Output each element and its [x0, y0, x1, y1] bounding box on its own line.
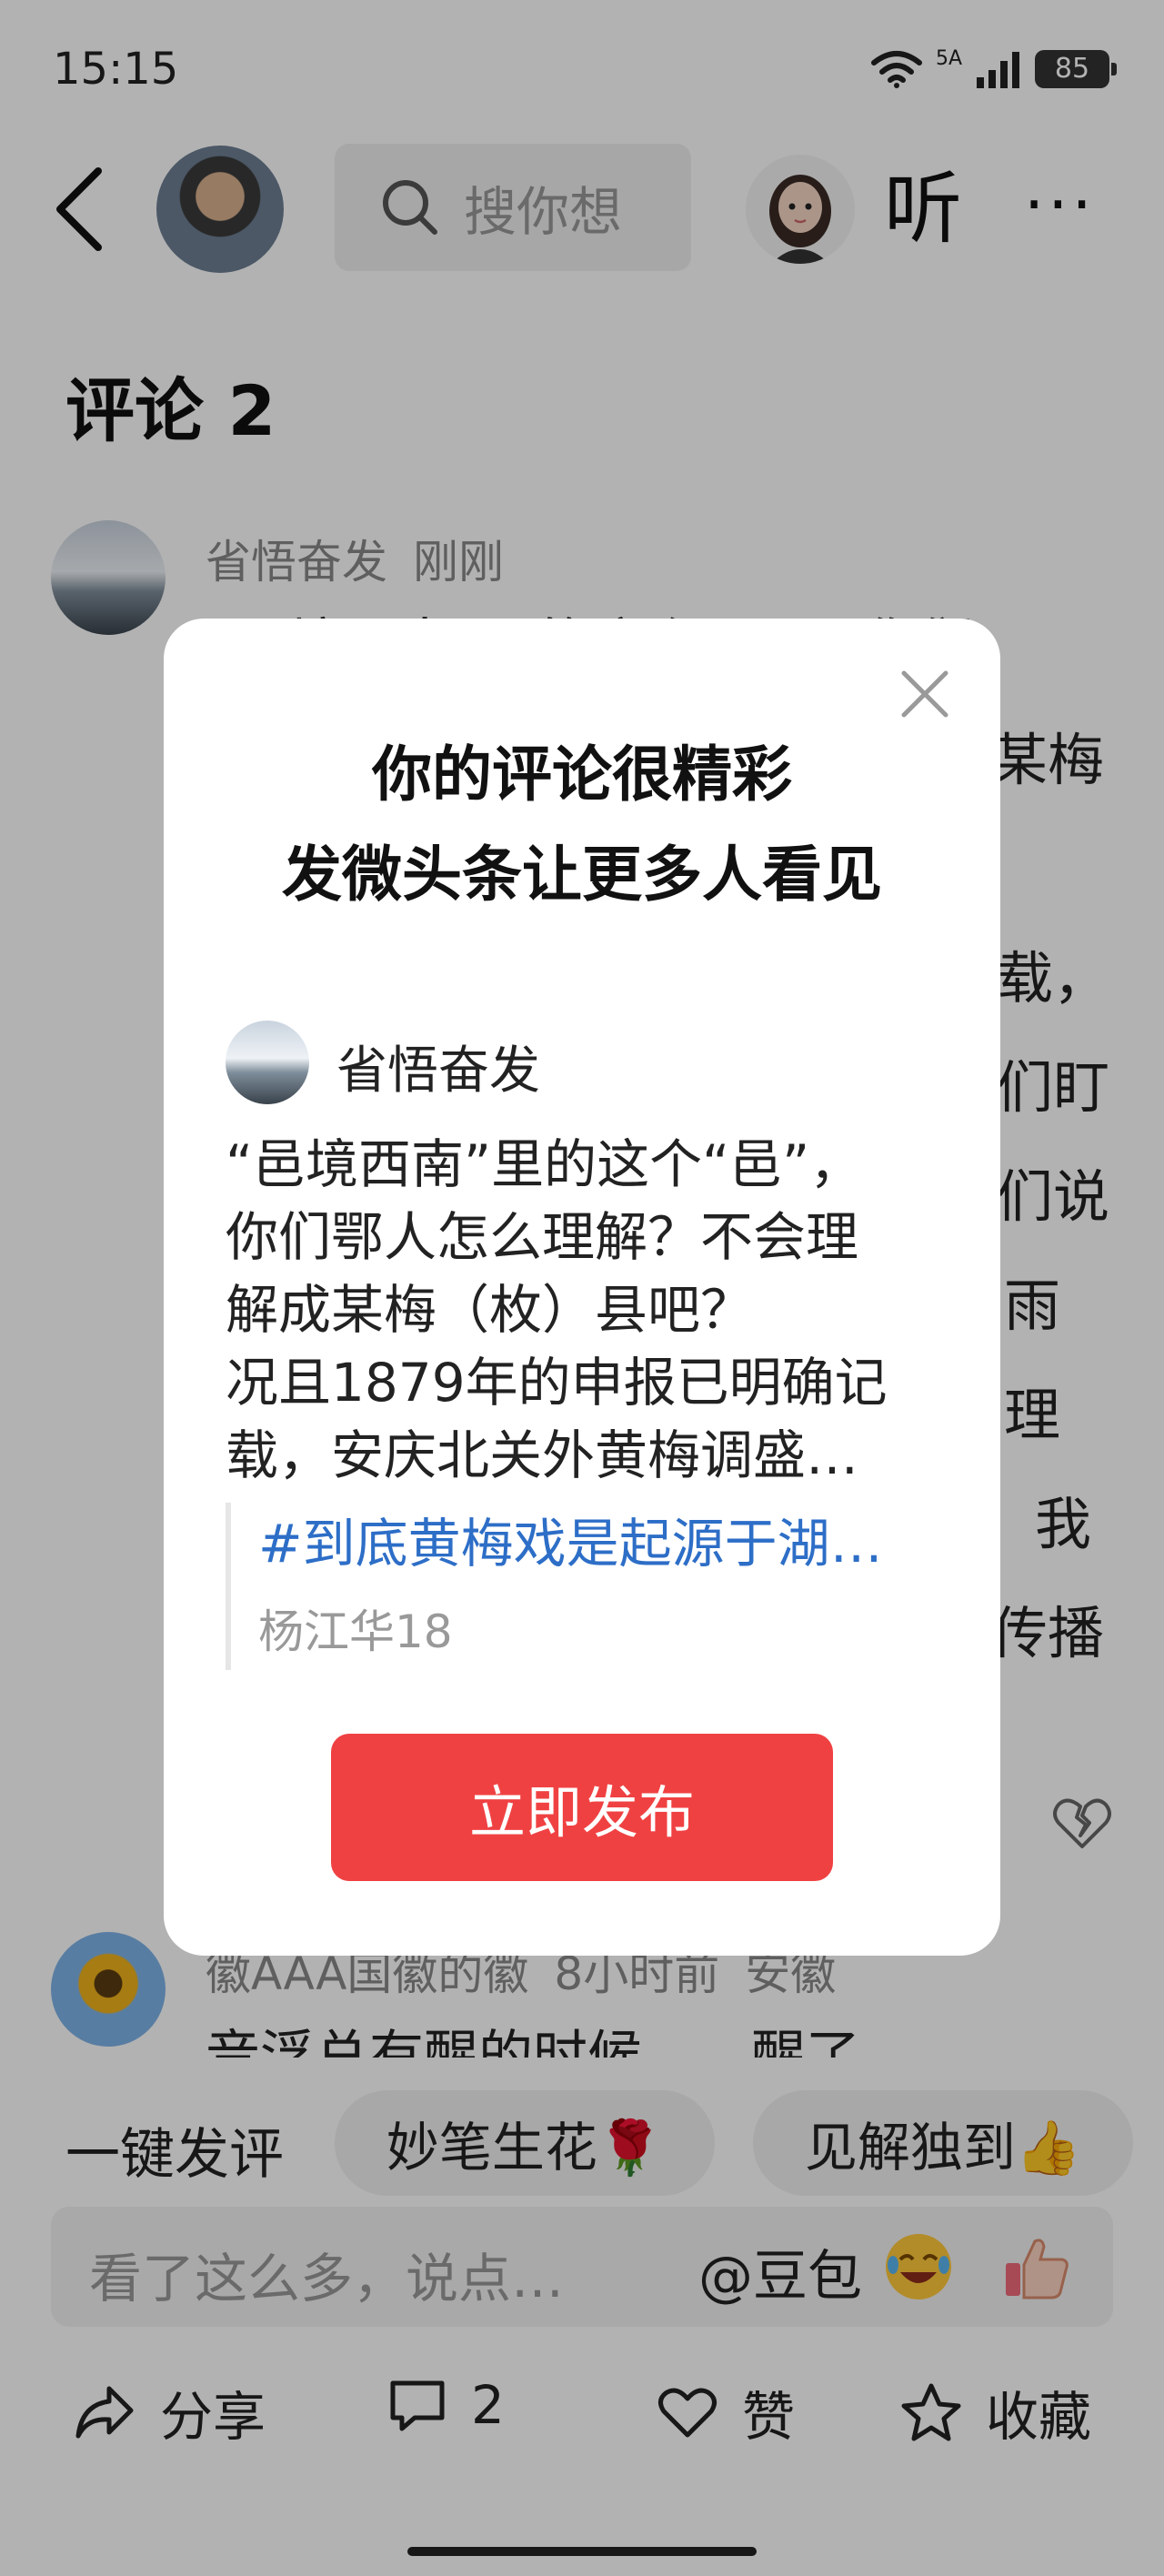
preview-text-line: 解成某梅（枚）县吧？ [226, 1279, 754, 1341]
preview-text-line: “邑境西南”里的这个“邑”， [226, 1133, 863, 1195]
modal-title: 你的评论很精彩 [372, 740, 792, 810]
modal-subtitle: 发微头条让更多人看见 [282, 840, 882, 910]
publish-button[interactable]: 立即发布 [331, 1734, 833, 1881]
topic-link[interactable]: #到底黄梅戏是起源于湖… [258, 1503, 935, 1585]
preview-text-line: 载，安庆北关外黄梅调盛… [226, 1424, 859, 1486]
modal-close-button[interactable] [897, 666, 953, 722]
topic-source: 杨江华18 [258, 1605, 453, 1658]
preview-text: “邑境西南”里的这个“邑”， 你们鄂人怎么理解？不会理 解成某梅（枚）县吧？ 况… [226, 1128, 953, 1492]
preview-text-line: 你们鄂人怎么理解？不会理 [226, 1206, 859, 1268]
preview-author: 省悟奋发 [336, 1041, 540, 1101]
close-icon [901, 670, 948, 718]
preview-avatar [226, 1021, 309, 1104]
preview-text-line: 况且1879年的申报已明确记 [226, 1352, 888, 1414]
quoted-topic: #到底黄梅戏是起源于湖… 杨江华18 [226, 1503, 935, 1670]
share-to-post-modal: 你的评论很精彩 发微头条让更多人看见 省悟奋发 “邑境西南”里的这个“邑”， 你… [164, 619, 1000, 1956]
